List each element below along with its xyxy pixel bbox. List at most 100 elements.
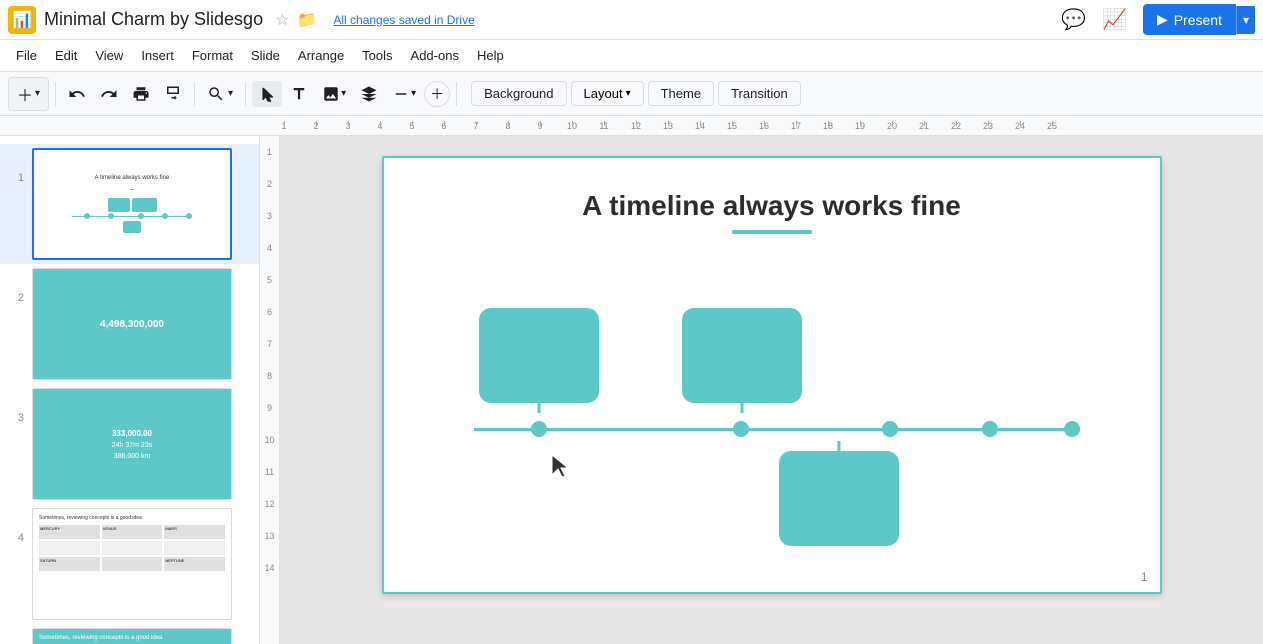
menu-slide[interactable]: Slide	[243, 44, 288, 67]
app-icon: 📊	[8, 6, 36, 34]
transition-button[interactable]: Transition	[718, 81, 801, 106]
thumb1-dot5	[186, 213, 192, 219]
menu-view[interactable]: View	[87, 44, 131, 67]
menu-file[interactable]: File	[8, 44, 45, 67]
present-button[interactable]: ▶ Present	[1143, 4, 1236, 35]
timeline-box-2[interactable]	[682, 308, 802, 403]
timeline-dot-2	[733, 421, 749, 437]
ruler-mark: 20	[876, 121, 908, 131]
thumb4-cell9: NEPTUNE	[164, 557, 225, 571]
text-icon	[290, 85, 308, 103]
select-tool-button[interactable]	[252, 81, 282, 107]
ruler-mark: 4	[364, 121, 396, 131]
vert-mark: 4	[260, 232, 279, 264]
divider-3	[245, 82, 246, 106]
image-icon	[322, 85, 340, 103]
layout-label: Layout	[584, 86, 623, 101]
thumb1-line	[72, 216, 192, 217]
ruler-mark: 14	[684, 121, 716, 131]
vert-mark: 10	[260, 424, 279, 456]
zoom-button[interactable]: ▾	[201, 81, 239, 107]
ruler-mark: 23	[972, 121, 1004, 131]
thumb3-line2: 24h 37m 23s	[112, 442, 152, 449]
slides-panel[interactable]: 1 A timeline always works fine	[0, 136, 260, 644]
present-icon: ▶	[1157, 11, 1168, 28]
ruler-mark: 19	[844, 121, 876, 131]
thumb4-cell4	[39, 541, 100, 555]
ruler-mark: 8	[492, 121, 524, 131]
ruler: 1 2 3 4 5 6 7 8 9 10 11 12 13 14 15 16 1…	[0, 116, 1263, 136]
slide-thumb-2[interactable]: 2 4,498,300,000	[0, 264, 259, 384]
menu-addons[interactable]: Add-ons	[403, 44, 467, 67]
shape-tool-button[interactable]	[354, 81, 384, 107]
activity-button[interactable]: 📈	[1098, 3, 1131, 36]
timeline-box-1[interactable]	[479, 308, 599, 403]
more-tool-button[interactable]: ＋	[424, 81, 450, 107]
background-button[interactable]: Background	[471, 81, 566, 106]
thumb4-cell2: VENUS	[102, 525, 163, 539]
slide-thumb-1[interactable]: 1 A timeline always works fine	[0, 144, 259, 264]
thumb3-line1: 333,000.00	[112, 429, 152, 438]
print-icon	[132, 85, 150, 103]
menu-bar: File Edit View Insert Format Slide Arran…	[0, 40, 1263, 72]
ruler-mark: 6	[428, 121, 460, 131]
divider-2	[194, 82, 195, 106]
menu-help[interactable]: Help	[469, 44, 512, 67]
thumb4-cell5	[102, 541, 163, 555]
comment-button[interactable]: 💬	[1057, 3, 1090, 36]
menu-format[interactable]: Format	[184, 44, 241, 67]
save-status[interactable]: All changes saved in Drive	[333, 13, 474, 27]
timeline-box-3[interactable]	[779, 451, 899, 546]
slide-thumb-3[interactable]: 3 333,000.00 24h 37m 23s 386,000 km	[0, 384, 259, 504]
ruler-mark: 24	[1004, 121, 1036, 131]
print-button[interactable]	[126, 81, 156, 107]
slide-thumb-5[interactable]: 5 Sometimes, reviewing concepts is a goo…	[0, 624, 259, 644]
timeline-connector-3	[837, 441, 840, 453]
folder-icon[interactable]: 📁	[297, 10, 317, 30]
thumb4-cell1: MERCURY	[39, 525, 100, 539]
add-button[interactable]: ＋ ▾	[8, 77, 49, 111]
menu-insert[interactable]: Insert	[133, 44, 182, 67]
undo-button[interactable]	[62, 81, 92, 107]
timeline-dot-5	[1064, 421, 1080, 437]
redo-icon	[100, 85, 118, 103]
image-tool-button[interactable]: ▾	[316, 81, 352, 107]
vert-mark: 7	[260, 328, 279, 360]
text-tool-button[interactable]	[284, 81, 314, 107]
timeline-dot-3	[882, 421, 898, 437]
timeline-connector-2	[740, 401, 743, 413]
vert-mark: 13	[260, 520, 279, 552]
menu-edit[interactable]: Edit	[47, 44, 85, 67]
present-label: Present	[1174, 12, 1222, 28]
thumb5-title: Sometimes, reviewing concepts is a good …	[39, 635, 225, 641]
slide-canvas[interactable]: A timeline always works fine	[382, 156, 1162, 594]
main-area: 1 A timeline always works fine	[0, 136, 1263, 644]
plus-circle-icon: ＋	[430, 84, 444, 104]
vert-mark: 3	[260, 200, 279, 232]
divider-4	[456, 82, 457, 106]
ruler-mark: 10	[556, 121, 588, 131]
present-dropdown-button[interactable]: ▾	[1236, 6, 1255, 34]
theme-button[interactable]: Theme	[648, 81, 714, 106]
menu-tools[interactable]: Tools	[354, 44, 400, 67]
canvas-area[interactable]: A timeline always works fine	[280, 136, 1263, 644]
star-icon[interactable]: ☆	[275, 10, 289, 30]
ruler-mark: 7	[460, 121, 492, 131]
slide-thumbnail-3: 333,000.00 24h 37m 23s 386,000 km	[32, 388, 232, 500]
paint-format-button[interactable]	[158, 81, 188, 107]
slide-title: A timeline always works fine	[384, 158, 1160, 222]
shape-icon	[360, 85, 378, 103]
slide-thumbnail-4: Sometimes, reviewing concepts is a good …	[32, 508, 232, 620]
timeline-area	[384, 308, 1160, 548]
layout-button[interactable]: Layout ▾	[571, 81, 644, 106]
page-number: 1	[1141, 570, 1148, 584]
ruler-mark: 15	[716, 121, 748, 131]
line-icon	[392, 85, 410, 103]
zoom-dropdown-icon: ▾	[228, 88, 233, 99]
vert-mark: 9	[260, 392, 279, 424]
document-title[interactable]: Minimal Charm by Slidesgo	[44, 9, 263, 30]
slide-thumb-4[interactable]: 4 Sometimes, reviewing concepts is a goo…	[0, 504, 259, 624]
redo-button[interactable]	[94, 81, 124, 107]
line-tool-button[interactable]: ▾	[386, 81, 422, 107]
menu-arrange[interactable]: Arrange	[290, 44, 352, 67]
